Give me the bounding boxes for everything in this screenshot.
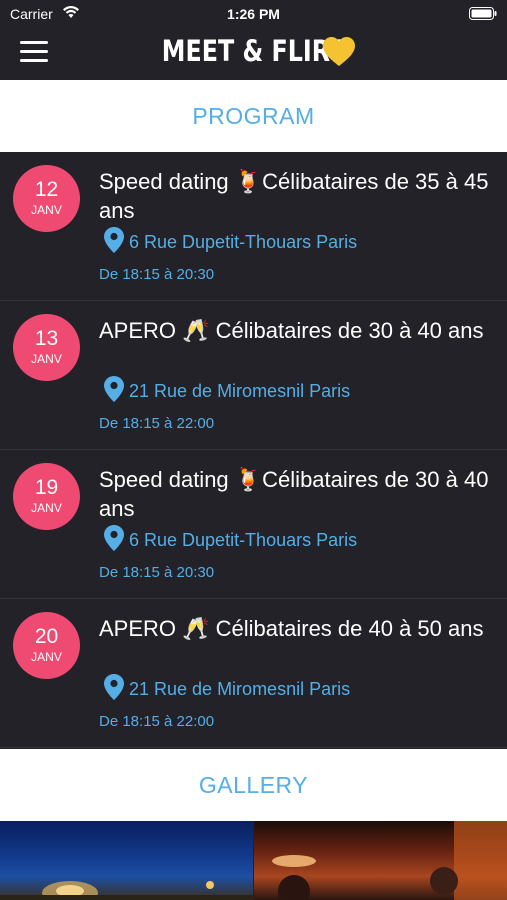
gallery-header: GALLERY xyxy=(0,749,507,821)
event-location[interactable]: 21 Rue de Miromesnil Paris xyxy=(104,376,350,402)
event-day: 12 xyxy=(34,178,59,201)
location-pin-icon xyxy=(104,227,124,253)
event-month: JANV xyxy=(31,501,62,515)
events-list: 12 JANV Speed dating 🍹Célibataires de 35… xyxy=(0,152,507,748)
menu-icon[interactable] xyxy=(20,41,48,65)
event-title: APERO 🥂 Célibataires de 30 à 40 ans xyxy=(99,318,484,343)
gallery-photo-night-city xyxy=(0,881,253,900)
event-month: JANV xyxy=(31,352,62,366)
event-title: Speed dating 🍹Célibataires de 30 à 40 an… xyxy=(99,467,489,521)
event-day: 13 xyxy=(34,327,59,350)
event-title: APERO 🥂 Célibataires de 40 à 50 ans xyxy=(99,616,484,641)
event-month: JANV xyxy=(31,203,62,217)
event-item[interactable]: 20 JANV APERO 🥂 Célibataires de 40 à 50 … xyxy=(0,599,507,748)
event-address: 21 Rue de Miromesnil Paris xyxy=(129,679,351,699)
event-time: De 18:15 à 22:00 xyxy=(99,415,215,432)
date-badge: 20 JANV xyxy=(13,612,80,679)
location-pin-icon xyxy=(104,376,124,402)
nav-bar: MEET & FLIRT xyxy=(0,28,507,80)
event-item[interactable]: 19 JANV Speed dating 🍹Célibataires de 30… xyxy=(0,450,507,599)
yellow-heart-icon xyxy=(323,37,355,66)
gallery-photo-bar-interior xyxy=(272,821,507,900)
status-time: 1:26 PM xyxy=(227,6,280,22)
battery-icon xyxy=(469,7,497,20)
event-time: De 18:15 à 20:30 xyxy=(99,564,215,581)
event-day: 20 xyxy=(34,625,59,648)
event-address: 6 Rue Dupetit-Thouars Paris xyxy=(129,232,358,252)
gallery-grid xyxy=(0,821,507,900)
gallery-photo[interactable] xyxy=(0,821,253,900)
date-badge: 13 JANV xyxy=(13,314,80,381)
event-day: 19 xyxy=(34,476,59,499)
event-time: De 18:15 à 22:00 xyxy=(99,713,215,730)
event-address: 21 Rue de Miromesnil Paris xyxy=(129,381,351,401)
event-location[interactable]: 6 Rue Dupetit-Thouars Paris xyxy=(104,525,357,551)
event-location[interactable]: 6 Rue Dupetit-Thouars Paris xyxy=(104,227,357,253)
status-bar: Carrier 1:26 PM xyxy=(0,0,507,28)
event-address: 6 Rue Dupetit-Thouars Paris xyxy=(129,530,358,550)
event-title: Speed dating 🍹Célibataires de 35 à 45 an… xyxy=(99,169,489,223)
event-time: De 18:15 à 20:30 xyxy=(99,266,215,283)
app-title: MEET & FLIRT xyxy=(161,34,346,68)
location-pin-icon xyxy=(104,525,124,551)
event-location[interactable]: 21 Rue de Miromesnil Paris xyxy=(104,674,350,700)
location-pin-icon xyxy=(104,674,124,700)
program-header: PROGRAM xyxy=(0,80,507,152)
date-badge: 12 JANV xyxy=(13,165,80,232)
event-item[interactable]: 13 JANV APERO 🥂 Célibataires de 30 à 40 … xyxy=(0,301,507,450)
event-item[interactable]: 12 JANV Speed dating 🍹Célibataires de 35… xyxy=(0,152,507,301)
date-badge: 19 JANV xyxy=(13,463,80,530)
gallery-photo[interactable] xyxy=(254,821,507,900)
event-month: JANV xyxy=(31,650,62,664)
